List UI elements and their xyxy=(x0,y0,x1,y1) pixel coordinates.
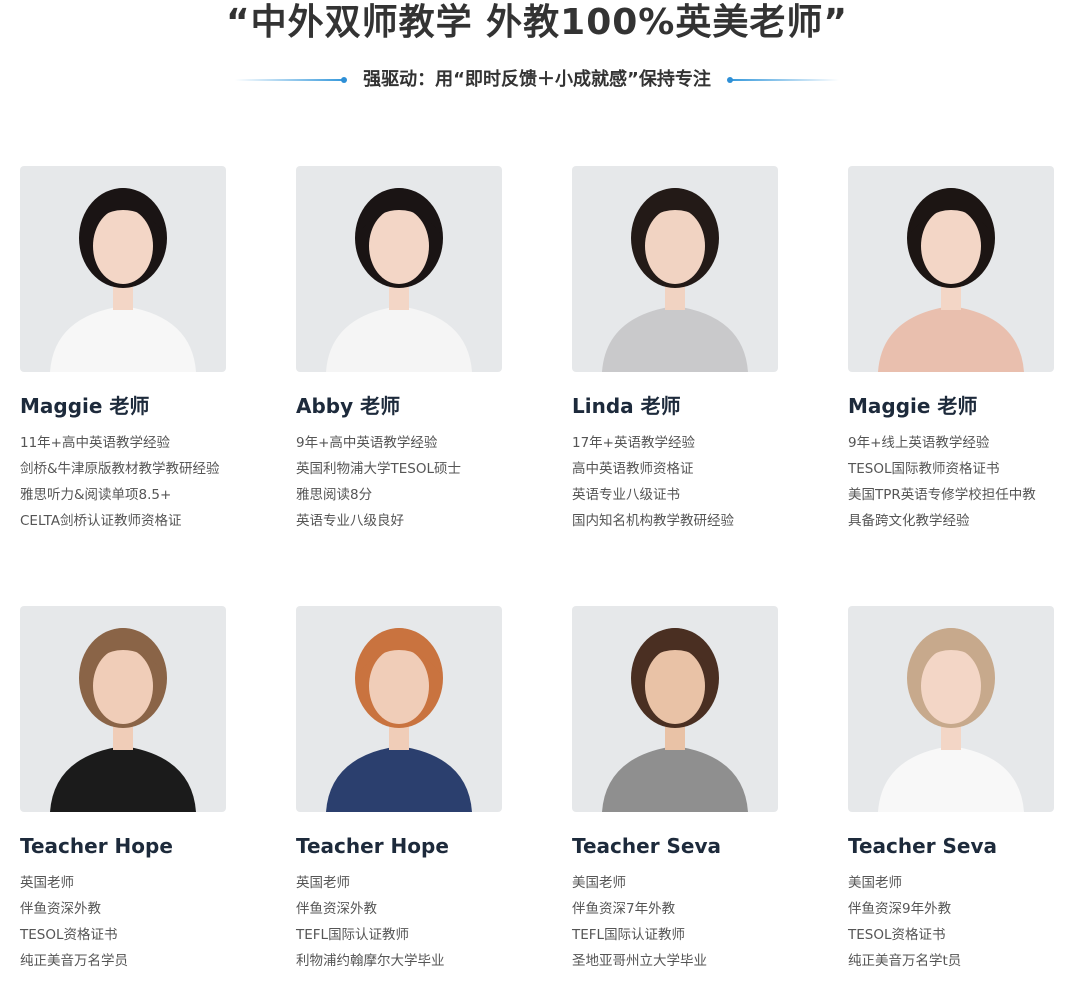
credential-line: 11年+高中英语教学经验 xyxy=(20,435,170,451)
credential-line: 英语专业八级良好 xyxy=(296,513,404,529)
credential-line: 英国利物浦大学TESOL硕士 xyxy=(296,461,461,477)
teacher-photo xyxy=(848,606,1054,812)
teacher-credentials: 美国老师伴鱼资深9年外教 TESOL资格证书 纯正美音万名学t员 xyxy=(848,870,1074,974)
teacher-portrait-icon xyxy=(326,628,472,812)
teacher-credentials: 9年+线上英语教学经验 TESOL国际教师资格证书美国TPR英语专修学校担任中教具… xyxy=(848,430,1074,534)
credential-line: 具备跨文化教学经验 xyxy=(848,513,970,529)
credential-line: 圣地亚哥州立大学毕业 xyxy=(572,953,707,969)
teacher-card: Teacher Seva 美国老师伴鱼资深9年外教 TESOL资格证书 纯正美音万名学… xyxy=(848,606,1074,974)
teacher-name: Abby 老师 xyxy=(296,394,401,418)
teacher-photo xyxy=(296,166,502,372)
credential-line: 高中英语教师资格证 xyxy=(572,461,694,477)
credential-line: TESOL国际教师资格证书 xyxy=(848,461,1000,477)
teacher-card: Maggie 老师 9年+线上英语教学经验 TESOL国际教师资格证书美国TPR英语… xyxy=(848,166,1074,534)
teacher-credentials: 美国老师伴鱼资深7年外教 TEFL国际认证教师圣地亚哥州立大学毕业 xyxy=(572,870,812,974)
teacher-photo xyxy=(572,606,778,812)
credential-line: 英国老师 xyxy=(296,875,350,891)
teacher-name: Maggie 老师 xyxy=(848,394,978,418)
teacher-credentials: 11年+高中英语教学经验剑桥&牛津原版教材教学教研经验 雅思听力&阅读单项8.5+… xyxy=(20,430,260,534)
teacher-credentials: 英国老师伴鱼资深外教 TESOL资格证书 纯正美音万名学员 xyxy=(20,870,260,974)
decorative-dot-left xyxy=(341,77,348,83)
teacher-credentials: 9年+高中英语教学经验英国利物浦大学TESOL硕士 雅思阅读8分英语专业八级良好 xyxy=(296,430,536,534)
credential-line: 9年+高中英语教学经验 xyxy=(296,435,438,451)
decorative-line-left xyxy=(235,77,348,83)
page-subtitle: 强驱动：用“即时反馈＋小成就感”保持专注 xyxy=(363,69,711,90)
teacher-name: Teacher Hope xyxy=(296,834,449,858)
teacher-card: Teacher Hope 英国老师伴鱼资深外教 TEFL国际认证教师利物浦约翰摩尔大… xyxy=(296,606,536,974)
credential-line: 9年+线上英语教学经验 xyxy=(848,435,990,451)
credential-line: 伴鱼资深9年外教 xyxy=(848,901,952,917)
teacher-portrait-icon xyxy=(50,188,196,372)
credential-line: 伴鱼资深外教 xyxy=(20,901,101,917)
credential-line: 英语专业八级证书 xyxy=(572,487,680,503)
teacher-card: Maggie 老师 11年+高中英语教学经验剑桥&牛津原版教材教学教研经验 雅思听力… xyxy=(20,166,260,534)
credential-line: 雅思听力&阅读单项8.5+ xyxy=(20,487,172,503)
credential-line: 国内知名机构教学教研经验 xyxy=(572,513,734,529)
credential-line: 美国老师 xyxy=(572,875,626,891)
teacher-portrait-icon xyxy=(878,188,1024,372)
credential-line: 美国老师 xyxy=(848,875,902,891)
page-title: “中外双师教学 外教100%英美老师” xyxy=(225,2,849,43)
teacher-credentials: 17年+英语教学经验 高中英语教师资格证 英语专业八级证书国内知名机构教学教研经验 xyxy=(572,430,812,534)
credential-line: TEFL国际认证教师 xyxy=(572,927,686,943)
credential-line: 剑桥&牛津原版教材教学教研经验 xyxy=(20,461,220,477)
teacher-portrait-icon xyxy=(602,188,748,372)
teacher-photo xyxy=(20,606,226,812)
teacher-card: Teacher Seva 美国老师伴鱼资深7年外教 TEFL国际认证教师圣地亚哥州立… xyxy=(572,606,812,974)
credential-line: 纯正美音万名学t员 xyxy=(848,953,962,969)
teacher-photo xyxy=(296,606,502,812)
teacher-name: Maggie 老师 xyxy=(20,394,150,418)
teacher-credentials: 英国老师伴鱼资深外教 TEFL国际认证教师利物浦约翰摩尔大学毕业 xyxy=(296,870,536,974)
teacher-photo xyxy=(572,166,778,372)
credential-line: 伴鱼资深外教 xyxy=(296,901,377,917)
teacher-portrait-icon xyxy=(50,628,196,812)
teacher-portrait-icon xyxy=(326,188,472,372)
teacher-photo xyxy=(848,166,1054,372)
decorative-dot-right xyxy=(726,77,733,83)
teacher-photo xyxy=(20,166,226,372)
credential-line: TEFL国际认证教师 xyxy=(296,927,410,943)
credential-line: 雅思阅读8分 xyxy=(296,487,373,503)
subtitle-row: 强驱动：用“即时反馈＋小成就感”保持专注 xyxy=(0,64,1074,96)
teacher-name: Teacher Seva xyxy=(572,834,722,858)
teacher-name: Teacher Seva xyxy=(848,834,998,858)
teacher-portrait-icon xyxy=(878,628,1024,812)
credential-line: 英国老师 xyxy=(20,875,74,891)
decorative-line-right xyxy=(726,77,839,83)
credential-line: 美国TPR英语专修学校担任中教 xyxy=(848,487,1036,503)
teacher-card: Teacher Hope 英国老师伴鱼资深外教 TESOL资格证书 纯正美音万名学员 xyxy=(20,606,260,974)
teacher-card: Abby 老师 9年+高中英语教学经验英国利物浦大学TESOL硕士 雅思阅读8分英语… xyxy=(296,166,536,534)
credential-line: 利物浦约翰摩尔大学毕业 xyxy=(296,953,445,969)
teacher-name: Linda 老师 xyxy=(572,394,681,418)
credential-line: TESOL资格证书 xyxy=(20,927,118,943)
credential-line: 17年+英语教学经验 xyxy=(572,435,695,451)
teacher-name: Teacher Hope xyxy=(20,834,173,858)
credential-line: 伴鱼资深7年外教 xyxy=(572,901,676,917)
credential-line: 纯正美音万名学员 xyxy=(20,953,128,969)
credential-line: TESOL资格证书 xyxy=(848,927,946,943)
teacher-portrait-icon xyxy=(602,628,748,812)
credential-line: CELTA剑桥认证教师资格证 xyxy=(20,513,182,529)
teacher-card: Linda 老师 17年+英语教学经验 高中英语教师资格证 英语专业八级证书国内知名机… xyxy=(572,166,812,534)
